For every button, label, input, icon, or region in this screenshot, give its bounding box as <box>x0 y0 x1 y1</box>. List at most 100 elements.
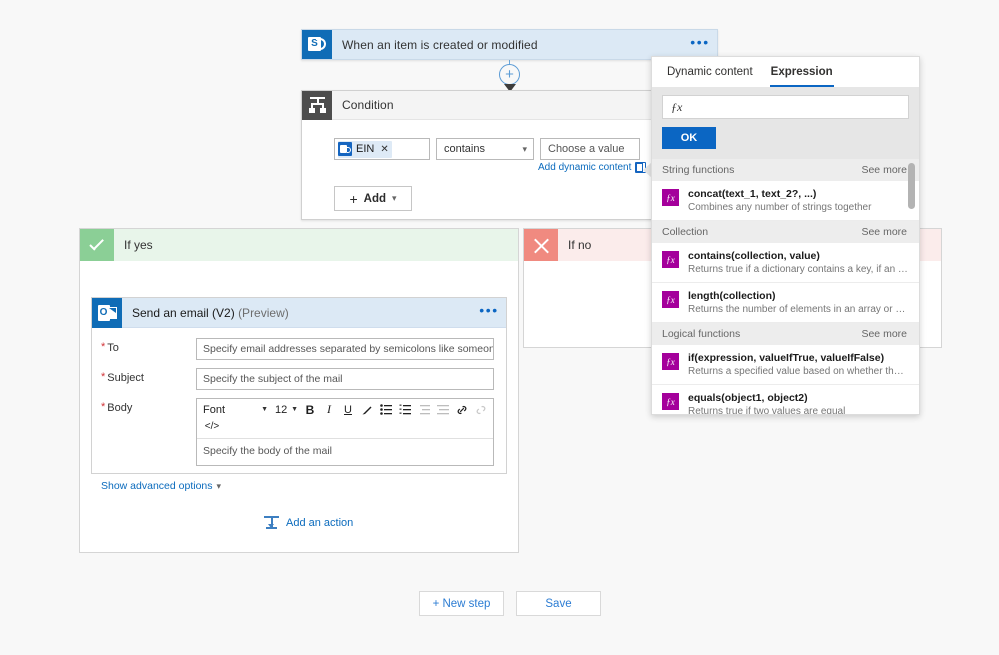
group-title: String functions <box>662 164 735 176</box>
function-texts: equals(object1, object2) Returns true if… <box>688 392 909 415</box>
see-more-link[interactable]: See more <box>861 164 907 176</box>
remove-link-icon[interactable] <box>472 401 490 418</box>
function-item[interactable]: ƒx length(collection) Returns the number… <box>652 283 919 323</box>
group-title: Logical functions <box>662 328 741 340</box>
show-advanced-options-link[interactable]: Show advanced options ▾ <box>92 474 221 492</box>
insert-step-button[interactable]: + <box>499 64 520 85</box>
chevron-down-icon: ▼ <box>291 406 298 413</box>
body-input[interactable]: Specify the body of the mail <box>197 439 493 465</box>
condition-operator-select[interactable]: contains ▾ <box>436 138 534 160</box>
condition-add-label: Add <box>363 192 386 205</box>
rich-text-toolbar: Font ▼ 12 ▼ B I U </> <box>197 399 493 439</box>
send-email-title-main: Send an email (V2) <box>132 305 239 320</box>
body-label: * Body <box>101 398 196 415</box>
function-item[interactable]: ƒx if(expression, valueIfTrue, valueIfFa… <box>652 345 919 385</box>
required-marker: * <box>101 401 106 413</box>
send-email-title: Send an email (V2) (Preview) <box>122 306 472 320</box>
send-email-action-card[interactable]: O Send an email (V2) (Preview) ••• * To … <box>91 297 507 492</box>
to-label: * To <box>101 338 196 355</box>
function-description: Returns true if a dictionary contains a … <box>688 264 909 275</box>
group-header-collection: Collection See more <box>652 221 919 243</box>
insert-link-icon[interactable] <box>453 401 471 418</box>
field-row-subject: * Subject Specify the subject of the mai… <box>101 368 494 390</box>
group-title: Collection <box>662 226 709 238</box>
text-color-icon[interactable] <box>358 401 376 418</box>
token-remove-icon[interactable]: ✕ <box>380 144 388 155</box>
function-signature: concat(text_1, text_2?, ...) <box>688 188 817 200</box>
function-item[interactable]: ƒx concat(text_1, text_2?, ...) Combines… <box>652 181 919 221</box>
required-marker: * <box>101 341 106 353</box>
see-more-link[interactable]: See more <box>861 328 907 340</box>
rich-text-toolbar-row2: </> <box>199 419 225 436</box>
tab-expression[interactable]: Expression <box>762 57 842 87</box>
function-list-scrollbar[interactable] <box>908 159 917 414</box>
subject-input[interactable]: Specify the subject of the mail <box>196 368 494 390</box>
add-an-action-button[interactable]: Add an action <box>264 516 353 530</box>
function-texts: if(expression, valueIfTrue, valueIfFalse… <box>688 352 909 377</box>
function-texts: length(collection) Returns the number of… <box>688 290 909 315</box>
field-row-body: * Body Font ▼ 12 ▼ B I U </> Specify the… <box>101 398 494 466</box>
to-label-text: To <box>107 342 119 354</box>
font-size-value: 12 <box>275 403 288 416</box>
indent-button[interactable] <box>434 401 452 418</box>
function-description: Returns the number of elements in an arr… <box>688 304 909 315</box>
function-description: Returns true if two values are equal <box>688 406 846 415</box>
group-header-logical-functions: Logical functions See more <box>652 323 919 345</box>
function-signature: if(expression, valueIfTrue, valueIfFalse… <box>688 352 885 364</box>
new-step-button[interactable]: + New step <box>419 591 504 616</box>
send-email-card-header: O Send an email (V2) (Preview) ••• <box>92 297 506 329</box>
expression-input-zone: ƒx OK <box>652 87 919 159</box>
check-icon <box>80 229 114 261</box>
fx-icon: ƒx <box>662 251 679 268</box>
show-advanced-options-label: Show advanced options <box>101 480 213 492</box>
function-item[interactable]: ƒx equals(object1, object2) Returns true… <box>652 385 919 415</box>
function-list-scrollbar-thumb[interactable] <box>908 163 915 209</box>
expression-input[interactable]: ƒx <box>662 95 909 119</box>
function-list[interactable]: String functions See more ƒx concat(text… <box>652 159 919 415</box>
function-texts: contains(collection, value) Returns true… <box>688 250 909 275</box>
flow-connector: + <box>495 60 525 92</box>
subject-label-text: Subject <box>107 372 144 384</box>
condition-left-operand-field[interactable]: EIN ✕ <box>334 138 430 160</box>
fx-icon: ƒx <box>671 99 683 114</box>
expression-ok-button[interactable]: OK <box>662 127 716 149</box>
function-signature: contains(collection, value) <box>688 250 820 262</box>
fx-icon: ƒx <box>662 353 679 370</box>
trigger-card-header: S When an item is created or modified ••… <box>302 30 717 59</box>
font-size-select[interactable]: 12 ▼ <box>272 401 300 418</box>
flyout-tabs: Dynamic content Expression <box>652 57 919 87</box>
branch-if-no-label: If no <box>568 238 592 252</box>
font-family-select[interactable]: Font ▼ <box>199 401 271 418</box>
body-rich-text-editor[interactable]: Font ▼ 12 ▼ B I U </> Specify the body o… <box>196 398 494 466</box>
token-sharepoint-icon <box>338 142 352 156</box>
bulleted-list-button[interactable] <box>377 401 395 418</box>
condition-value-input[interactable]: Choose a value <box>540 138 640 160</box>
add-dynamic-content-link[interactable]: Add dynamic content <box>538 162 647 173</box>
function-item[interactable]: ƒx contains(collection, value) Returns t… <box>652 243 919 283</box>
add-dynamic-content-label: Add dynamic content <box>538 162 632 173</box>
bold-button[interactable]: B <box>301 401 319 418</box>
see-more-link[interactable]: See more <box>861 226 907 238</box>
fx-icon: ƒx <box>662 291 679 308</box>
numbered-list-button[interactable] <box>396 401 414 418</box>
to-input[interactable]: Specify email addresses separated by sem… <box>196 338 494 360</box>
expression-flyout-panel: Dynamic content Expression ƒx OK String … <box>651 56 920 415</box>
font-family-value: Font <box>203 403 226 416</box>
chevron-down-icon: ▾ <box>522 143 527 154</box>
field-row-to: * To Specify email addresses separated b… <box>101 338 494 360</box>
tab-dynamic-content[interactable]: Dynamic content <box>658 57 762 87</box>
send-email-more-button[interactable]: ••• <box>472 297 506 329</box>
outlook-icon: O <box>92 297 122 328</box>
plus-icon: + <box>349 190 358 207</box>
dynamic-token[interactable]: EIN ✕ <box>338 140 392 158</box>
function-description: Combines any number of strings together <box>688 202 872 213</box>
condition-add-button[interactable]: + Add ▾ <box>334 186 412 211</box>
flow-designer-canvas: S When an item is created or modified ••… <box>0 0 999 655</box>
outdent-button[interactable] <box>415 401 433 418</box>
italic-button[interactable]: I <box>320 401 338 418</box>
function-signature: equals(object1, object2) <box>688 392 808 404</box>
underline-button[interactable]: U <box>339 401 357 418</box>
code-view-button[interactable]: </> <box>201 419 223 434</box>
cross-icon <box>524 229 558 261</box>
save-button[interactable]: Save <box>516 591 601 616</box>
